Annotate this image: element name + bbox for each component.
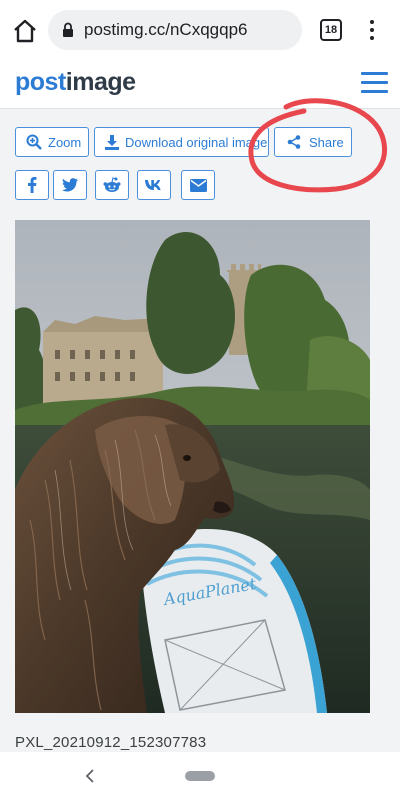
image-filename: PXL_20210912_152307783: [15, 734, 207, 751]
zoom-label: Zoom: [48, 134, 82, 150]
vk-icon: [145, 180, 161, 190]
home-gesture-pill[interactable]: [185, 771, 215, 781]
lock-icon: [63, 22, 73, 37]
uploaded-image[interactable]: AquaPlanet: [15, 220, 370, 713]
tabs-counter[interactable]: 18: [320, 19, 342, 41]
back-icon[interactable]: [84, 768, 96, 784]
download-button[interactable]: Download original image: [94, 127, 269, 157]
logo-text-post: post: [15, 68, 66, 96]
download-icon: [105, 134, 119, 150]
share-button[interactable]: Share: [274, 127, 352, 157]
facebook-share-button[interactable]: [15, 170, 49, 200]
email-share-button[interactable]: [181, 170, 215, 200]
browser-toolbar: postimg.cc/nCxqgqp6 18: [0, 0, 400, 60]
share-label: Share: [309, 134, 344, 150]
email-icon: [189, 178, 207, 192]
share-icon: [287, 135, 301, 149]
download-label: Download original image: [125, 134, 268, 150]
logo-text-image: image: [65, 68, 136, 96]
vk-share-button[interactable]: [137, 170, 171, 200]
postimage-logo[interactable]: postimage: [15, 68, 136, 97]
reddit-share-button[interactable]: [95, 170, 129, 200]
hamburger-icon[interactable]: [361, 72, 388, 94]
system-nav-bar: [0, 752, 400, 800]
address-bar[interactable]: postimg.cc/nCxqgqp6: [48, 10, 302, 50]
overflow-menu-icon[interactable]: [364, 18, 380, 42]
reddit-icon: [103, 177, 121, 192]
twitter-share-button[interactable]: [53, 170, 87, 200]
twitter-icon: [62, 178, 78, 192]
dog-castle-photo: AquaPlanet: [15, 220, 370, 713]
zoom-in-icon: [26, 134, 42, 150]
site-header: postimage: [0, 60, 400, 109]
home-icon[interactable]: [12, 18, 38, 44]
url-text[interactable]: postimg.cc/nCxqgqp6: [84, 20, 247, 40]
zoom-button[interactable]: Zoom: [15, 127, 89, 157]
facebook-icon: [28, 177, 37, 193]
